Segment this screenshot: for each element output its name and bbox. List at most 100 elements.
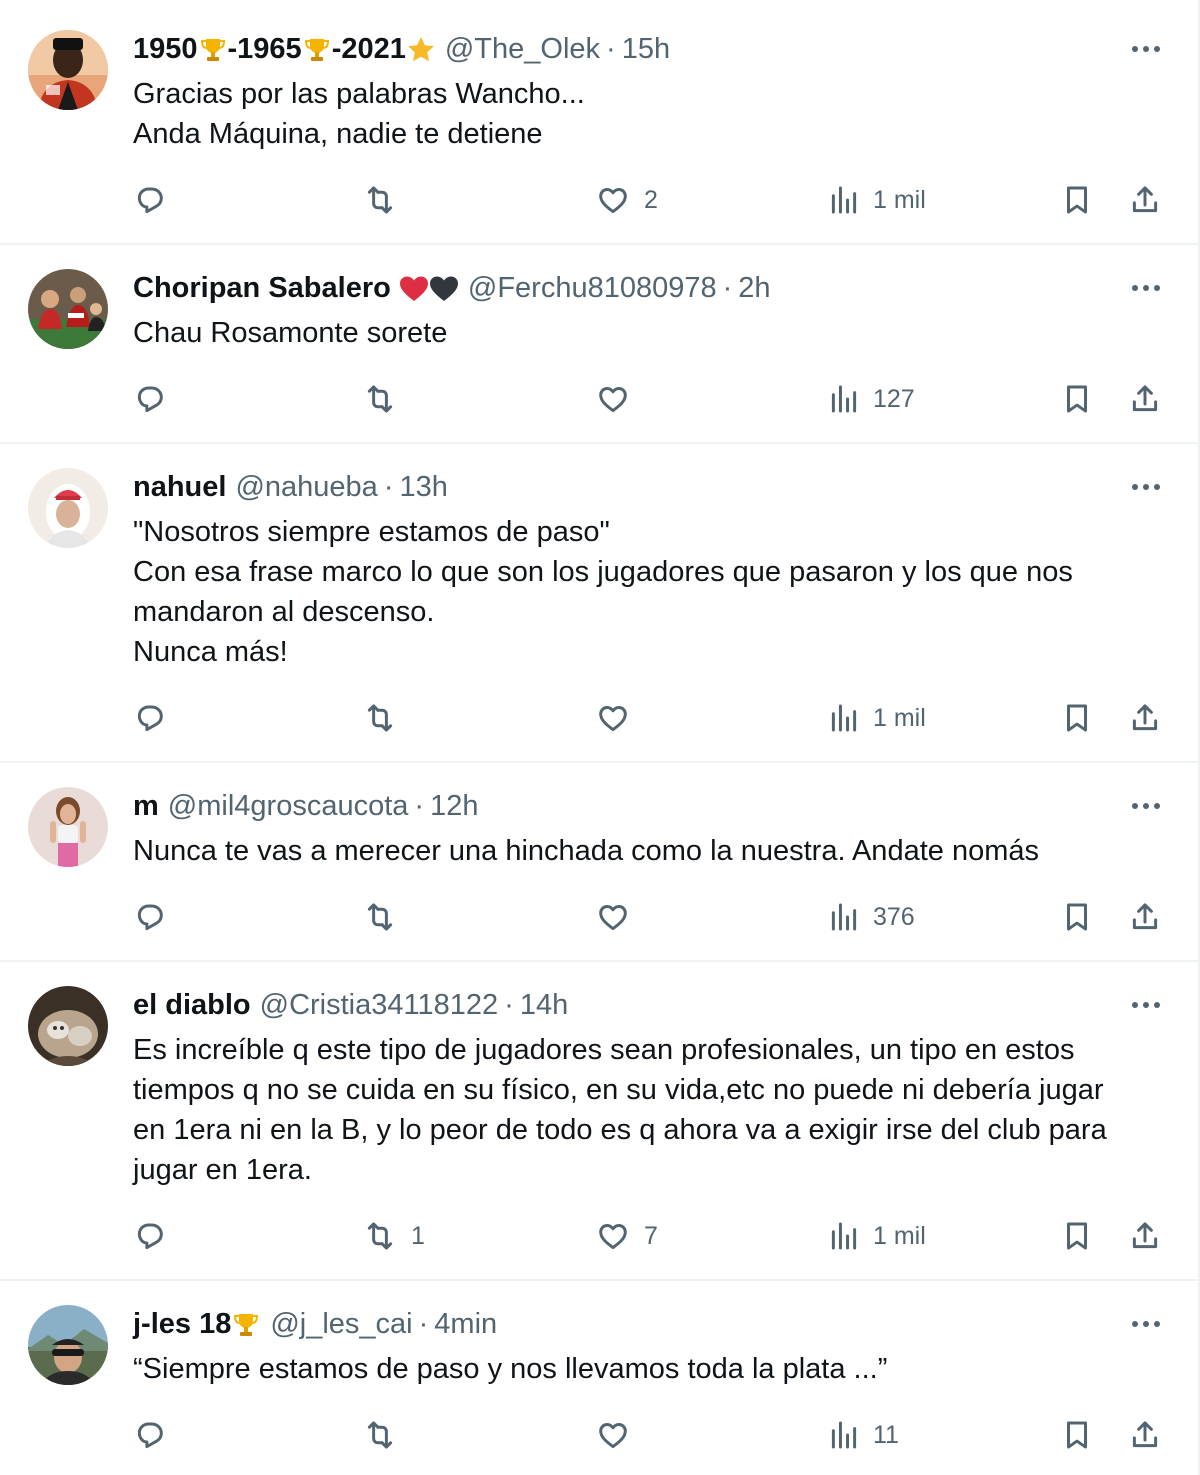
reply-button[interactable]	[133, 1413, 181, 1457]
display-name[interactable]: Choripan Sabalero	[133, 272, 459, 305]
like-button[interactable]	[596, 377, 644, 421]
tweet-header: Choripan Sabalero @Ferchu81080978 · 2h	[133, 270, 771, 306]
avatar[interactable]	[28, 30, 108, 110]
handle[interactable]: @The_Olek	[445, 33, 600, 66]
like-button[interactable]	[596, 1413, 644, 1457]
heart-icon	[596, 183, 630, 217]
timestamp[interactable]: 15h	[622, 33, 670, 66]
handle[interactable]: @Cristia34118122	[260, 989, 499, 1022]
retweet-button[interactable]	[363, 1413, 411, 1457]
red-heart-emoji	[399, 274, 429, 304]
display-name[interactable]: j-les 18	[133, 1308, 261, 1341]
separator: ·	[418, 1307, 429, 1340]
share-button[interactable]	[1128, 1214, 1162, 1258]
retweet-button[interactable]	[363, 377, 411, 421]
views-count: 127	[873, 384, 915, 413]
handle[interactable]: @j_les_cai	[270, 1308, 412, 1341]
more-icon[interactable]	[1128, 788, 1164, 824]
views-button[interactable]: 127	[827, 377, 915, 421]
reply-button[interactable]	[133, 1214, 181, 1258]
views-button[interactable]: 1 mil	[827, 178, 926, 222]
reply-icon	[133, 382, 167, 416]
handle[interactable]: @nahueba	[235, 471, 377, 504]
tweet-text: "Nosotros siempre estamos de paso" Con e…	[133, 516, 1073, 668]
retweet-icon	[363, 1219, 397, 1253]
tweet-2[interactable]: Choripan Sabalero @Ferchu81080978 · 2h C…	[0, 245, 1198, 444]
avatar[interactable]	[28, 986, 108, 1066]
views-button[interactable]: 1 mil	[827, 696, 926, 740]
tweet-1[interactable]: 1950 -1965 -2021 @The_Olek · 15h Gracias p…	[0, 0, 1198, 245]
tweet-5[interactable]: el diablo @Cristia34118122 · 14h Es incr…	[0, 962, 1198, 1281]
heart-icon	[596, 1219, 630, 1253]
bookmark-button[interactable]	[1060, 895, 1094, 939]
bookmark-button[interactable]	[1060, 178, 1094, 222]
bookmark-icon	[1060, 1219, 1094, 1253]
timestamp[interactable]: 12h	[430, 790, 478, 823]
tweet-text: Es increíble q este tipo de jugadores se…	[133, 1034, 1107, 1186]
bookmark-button[interactable]	[1060, 1413, 1094, 1457]
share-button[interactable]	[1128, 1413, 1162, 1457]
action-bar: 376	[0, 895, 1198, 939]
display-name[interactable]: nahuel	[133, 471, 226, 504]
avatar[interactable]	[28, 787, 108, 867]
tweet-header: el diablo @Cristia34118122 · 14h	[133, 987, 568, 1023]
bookmark-button[interactable]	[1060, 1214, 1094, 1258]
handle[interactable]: @mil4groscaucota	[168, 790, 409, 823]
reply-button[interactable]	[133, 696, 181, 740]
timestamp[interactable]: 13h	[399, 471, 447, 504]
avatar[interactable]	[28, 1305, 108, 1385]
display-name[interactable]: el diablo	[133, 989, 251, 1022]
tweet-header: nahuel @nahueba · 13h	[133, 469, 448, 505]
views-button[interactable]: 1 mil	[827, 1214, 926, 1258]
display-name[interactable]: 1950 -1965 -2021	[133, 33, 436, 66]
timestamp[interactable]: 4min	[434, 1308, 497, 1341]
more-icon[interactable]	[1128, 469, 1164, 505]
bookmark-button[interactable]	[1060, 696, 1094, 740]
retweet-button[interactable]	[363, 895, 411, 939]
views-icon	[827, 382, 861, 416]
like-button[interactable]	[596, 696, 644, 740]
views-button[interactable]: 11	[827, 1413, 899, 1457]
like-button[interactable]	[596, 895, 644, 939]
views-count: 11	[873, 1420, 899, 1449]
handle[interactable]: @Ferchu81080978	[468, 272, 717, 305]
reply-button[interactable]	[133, 377, 181, 421]
share-button[interactable]	[1128, 377, 1162, 421]
more-icon[interactable]	[1128, 987, 1164, 1023]
tweet-4[interactable]: m @mil4groscaucota · 12h Nunca te vas a …	[0, 763, 1198, 962]
reply-button[interactable]	[133, 178, 181, 222]
black-heart-emoji	[429, 274, 459, 304]
views-icon	[827, 1219, 861, 1253]
more-icon[interactable]	[1128, 270, 1164, 306]
views-count: 376	[873, 902, 915, 931]
retweet-button[interactable]	[363, 696, 411, 740]
more-icon[interactable]	[1128, 31, 1164, 67]
display-name[interactable]: m	[133, 790, 159, 823]
tweet-6[interactable]: j-les 18 @j_les_cai · 4min “Siempre esta…	[0, 1281, 1198, 1475]
views-count: 1 mil	[873, 1221, 926, 1250]
bookmark-button[interactable]	[1060, 377, 1094, 421]
bookmark-icon	[1060, 701, 1094, 735]
share-button[interactable]	[1128, 895, 1162, 939]
heart-icon	[596, 1418, 630, 1452]
like-button[interactable]: 7	[596, 1214, 658, 1258]
bookmark-icon	[1060, 382, 1094, 416]
views-button[interactable]: 376	[827, 895, 915, 939]
like-button[interactable]: 2	[596, 178, 658, 222]
timestamp[interactable]: 14h	[520, 989, 568, 1022]
retweet-button[interactable]	[363, 178, 411, 222]
more-icon[interactable]	[1128, 1306, 1164, 1342]
retweet-icon	[363, 701, 397, 735]
avatar[interactable]	[28, 269, 108, 349]
share-icon	[1128, 900, 1162, 934]
views-icon	[827, 900, 861, 934]
avatar[interactable]	[28, 468, 108, 548]
views-icon	[827, 1418, 861, 1452]
bookmark-icon	[1060, 183, 1094, 217]
retweet-button[interactable]: 1	[363, 1214, 425, 1258]
tweet-3[interactable]: nahuel @nahueba · 13h "Nosotros siempre …	[0, 444, 1198, 763]
share-button[interactable]	[1128, 696, 1162, 740]
timestamp[interactable]: 2h	[738, 272, 770, 305]
share-button[interactable]	[1128, 178, 1162, 222]
reply-button[interactable]	[133, 895, 181, 939]
